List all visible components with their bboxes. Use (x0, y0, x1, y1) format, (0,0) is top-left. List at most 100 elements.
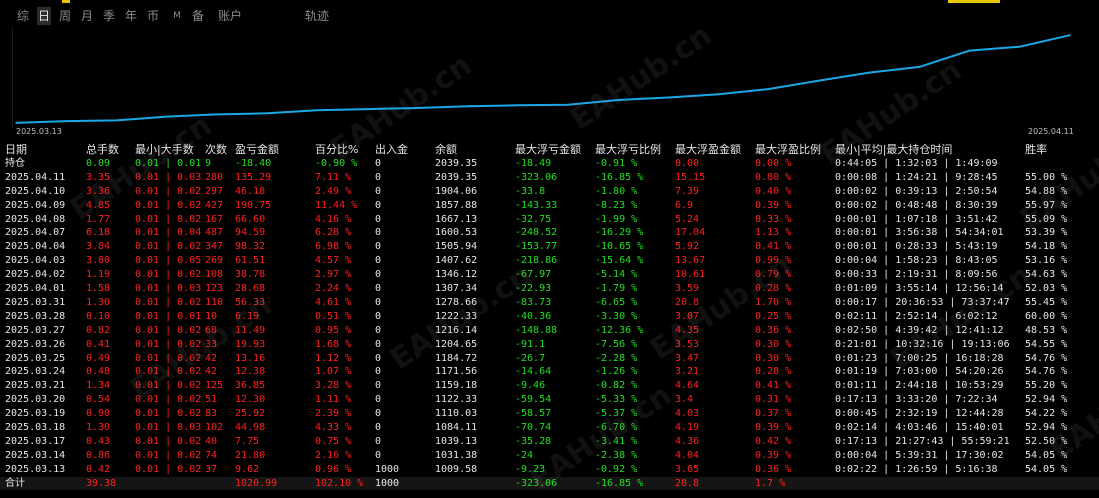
cell-count: 280 (205, 171, 224, 183)
cell-minmax: 0.01 | 0.01 (135, 310, 202, 322)
tab-3[interactable]: 月 (80, 7, 94, 25)
cell-ml: -153.77 (515, 241, 558, 253)
cell-io: 0 (375, 296, 382, 308)
tab-5[interactable]: 年 (124, 7, 138, 25)
table-row[interactable]: 2025.04.09 4.85 0.01 | 0.02 427 190.75 11.44 … (0, 199, 1099, 213)
cell-balance: 2039.35 (435, 171, 478, 183)
cell-mpp: 1.13 % (755, 227, 792, 239)
cell-lots: 0.42 (86, 463, 111, 475)
tab-2[interactable]: 周 (58, 7, 72, 25)
equity-point-2025.03.26 (466, 105, 469, 108)
cell-minmax: 0.01 | 0.03 (135, 422, 202, 433)
cell-ml: -248.52 (515, 227, 558, 239)
tab-1[interactable]: 日 (37, 7, 51, 25)
cell-lots: 1.34 (86, 380, 111, 392)
cell-pnl: 11.49 (235, 324, 266, 336)
cell-ml: -148.88 (515, 324, 558, 336)
cell-mp: 20.8 (675, 296, 700, 308)
table-row[interactable]: 2025.03.20 0.54 0.01 | 0.02 51 12.30 1.11 % 0 1… (0, 393, 1099, 407)
cell-ml: -24 (515, 449, 534, 461)
cell-ml: -32.75 (515, 213, 552, 225)
table-row[interactable]: 2025.04.11 3.35 0.01 | 0.03 280 135.29 7.11 %… (0, 171, 1099, 185)
cell-pct: 2.16 % (315, 449, 352, 461)
cell-minmax: 0.01 | 0.02 (135, 241, 202, 253)
cell-mpp: 0.30 % (755, 338, 792, 350)
cell-balance: 1204.65 (435, 338, 478, 350)
cell-win: 52.94 % (1025, 422, 1068, 433)
table-row[interactable]: 2025.03.27 0.82 0.01 | 0.02 68 11.49 0.95 % 0 1… (0, 324, 1099, 338)
cell-lots: 0.48 (86, 366, 111, 378)
cell-mlp: -5.37 % (595, 408, 638, 420)
cell-mlp: -3.41 % (595, 435, 638, 447)
cell-date: 2025.03.25 (5, 352, 66, 364)
cell-io: 0 (375, 380, 382, 392)
cell-date: 2025.03.20 (5, 394, 66, 406)
table-row[interactable]: 2025.03.21 1.34 0.01 | 0.02 125 36.85 3.28 % 0… (0, 379, 1099, 393)
cell-mp: 7.39 (675, 185, 700, 197)
cell-pnl: 66.60 (235, 213, 266, 225)
equity-point-2025.03.31 (617, 99, 620, 101)
cell-mlp: -0.92 % (595, 463, 638, 475)
table-row[interactable]: 2025.03.25 0.49 0.01 | 0.02 42 13.16 1.12 % 0 1… (0, 352, 1099, 366)
table-row[interactable]: 2025.04.07 6.18 0.01 | 0.04 487 94.59 6.28 % 0… (0, 226, 1099, 240)
cell-pnl: 46.18 (235, 185, 266, 197)
table-row[interactable]: 2025.03.18 1.30 0.01 | 0.03 102 44.98 4.33 % 0… (0, 421, 1099, 435)
tab-6[interactable]: 币 (146, 7, 160, 25)
cell-win: 54.05 % (1025, 449, 1068, 461)
table-row[interactable]: 2025.04.04 3.84 0.01 | 0.02 347 98.32 6.98 % 0… (0, 240, 1099, 254)
table-row[interactable]: 2025.04.08 1.77 0.01 | 0.02 167 66.60 4.16 % 0… (0, 213, 1099, 227)
table-row[interactable]: 2025.03.17 0.43 0.01 | 0.02 40 7.75 0.75 % 0 10… (0, 435, 1099, 449)
cell-lots: 0.09 (86, 157, 111, 169)
cell-pct: 2.39 % (315, 408, 352, 420)
cell-pnl: 12.30 (235, 394, 266, 406)
cell-io: 0 (375, 338, 382, 350)
cell-mpp: 0.79 % (755, 269, 792, 281)
cell-io: 0 (375, 269, 382, 281)
cell-time: 0:00:45 | 2:32:19 | 12:44:28 (835, 408, 1004, 420)
cell-time: 0:02:11 | 2:52:14 | 6:02:12 (835, 310, 998, 322)
cell-win: 52.03 % (1025, 283, 1068, 294)
column-header: 最大浮盈金额 (675, 143, 741, 156)
tab-4[interactable]: 季 (102, 7, 116, 25)
cell-date: 2025.03.19 (5, 408, 66, 420)
tab-0[interactable]: 综 (16, 7, 30, 25)
table-row[interactable]: 2025.03.28 0.10 0.01 | 0.01 10 6.19 0.51 % 0 12… (0, 310, 1099, 324)
cell-time: 0:01:19 | 7:03:00 | 54:20:26 (835, 366, 1004, 378)
tab-7[interactable]: M (171, 7, 183, 25)
cell-mp: 3.59 (675, 283, 700, 294)
cell-mlp: -1.79 % (595, 283, 638, 294)
cell-date: 2025.03.31 (5, 296, 66, 308)
table-row[interactable]: 2025.03.19 0.90 0.01 | 0.02 83 25.92 2.39 % 0 1… (0, 407, 1099, 421)
table-row[interactable]: 2025.03.31 1.30 0.01 | 0.02 110 56.33 4.61 % 0… (0, 296, 1099, 310)
table-row[interactable]: 2025.03.13 0.42 0.01 | 0.02 37 9.62 0.96 % 100… (0, 463, 1099, 477)
cell-count: 110 (205, 296, 224, 308)
cell-ml: -40.36 (515, 310, 552, 322)
tab-10[interactable]: 轨迹 (303, 7, 331, 25)
tab-9[interactable]: 账户 (216, 7, 244, 25)
cell-time: 0:00:01 | 0:28:33 | 5:43:19 (835, 241, 998, 253)
cell-time: 0:01:11 | 2:44:18 | 10:53:29 (835, 380, 1004, 392)
tab-8[interactable]: 备 (191, 7, 205, 25)
holding-row[interactable]: 持仓 0.09 0.01 | 0.01 9 -18.40 -0.90 % 0 2039.35 -… (0, 157, 1099, 171)
cell-lots: 1.58 (86, 283, 111, 294)
cell-io: 0 (375, 199, 382, 211)
cell-mpp: 0.41 % (755, 241, 792, 253)
cell-count: 167 (205, 213, 224, 225)
cell-minmax: 0.01 | 0.02 (135, 352, 202, 364)
table-row[interactable]: 2025.03.14 0.86 0.01 | 0.02 74 21.80 2.16 % 0 1… (0, 449, 1099, 463)
cell-mp: 5.24 (675, 213, 700, 225)
cell-io: 0 (375, 241, 382, 253)
cell-count: 40 (205, 435, 218, 447)
table-row[interactable]: 2025.04.01 1.58 0.01 | 0.03 123 28.68 2.24 % 0… (0, 282, 1099, 296)
cell-minmax: 0.01 | 0.02 (135, 449, 202, 461)
cell-balance: 1600.53 (435, 227, 478, 239)
cell-minmax: 0.01 | 0.02 (135, 269, 202, 281)
table-row[interactable]: 2025.04.10 3.36 0.01 | 0.02 297 46.18 2.49 % 0… (0, 185, 1099, 199)
cell-lots: 0.90 (86, 408, 111, 420)
table-row[interactable]: 2025.04.03 3.80 0.01 | 0.05 269 61.51 4.57 % 0… (0, 254, 1099, 268)
total-row[interactable]: 合计 39.38 1020.99 102.10 % 1000 -323.06 -16.85 … (0, 476, 1099, 491)
table-row[interactable]: 2025.03.26 0.41 0.01 | 0.02 33 19.93 1.68 % 0 1… (0, 338, 1099, 352)
table-row[interactable]: 2025.03.24 0.48 0.01 | 0.02 42 12.38 1.07 % 0 1… (0, 365, 1099, 379)
table-row[interactable]: 2025.04.02 1.19 0.01 | 0.02 108 38.78 2.97 % 0… (0, 268, 1099, 282)
cell-mlp: -16.85 % (595, 477, 644, 489)
